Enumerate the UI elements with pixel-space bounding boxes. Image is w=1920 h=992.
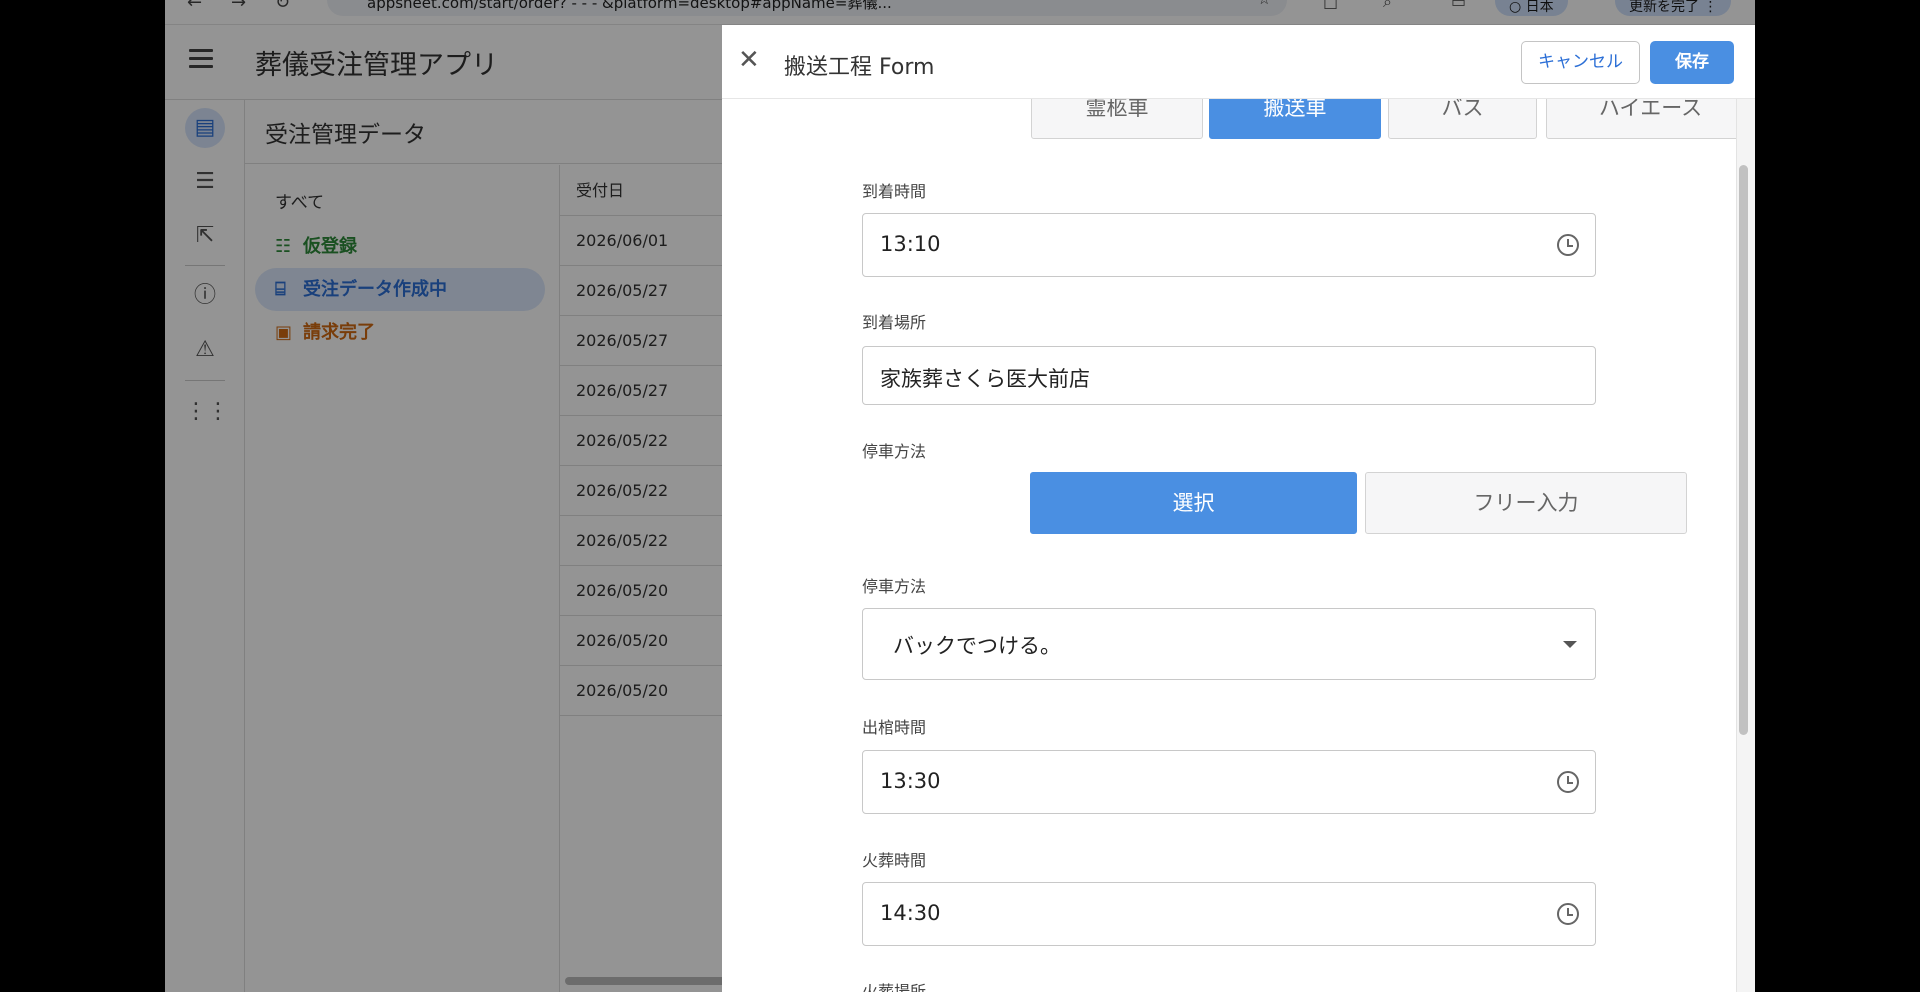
arrival-time-label: 到着時間 bbox=[862, 182, 927, 201]
parking-mode-free-input[interactable]: フリー入力 bbox=[1365, 472, 1687, 534]
chevron-down-icon[interactable] bbox=[1563, 641, 1577, 648]
parking-method-dropdown[interactable]: バックでつける。 bbox=[862, 608, 1596, 680]
clock-icon[interactable] bbox=[1557, 234, 1579, 256]
cremation-time-label: 火葬時間 bbox=[862, 851, 927, 870]
clock-icon[interactable] bbox=[1557, 771, 1579, 793]
cremation-time-value: 14:30 bbox=[880, 901, 941, 925]
save-button[interactable]: 保存 bbox=[1650, 41, 1734, 84]
screen: ← → ↻ appsheet.com/start/order? - - - &p… bbox=[165, 0, 1755, 992]
departure-time-input[interactable]: 13:30 bbox=[862, 750, 1596, 814]
arrival-place-label: 到着場所 bbox=[862, 313, 927, 332]
transport-form-panel: ✕ 搬送工程 Form キャンセル 保存 霊柩車 搬送車 バス ハイエース 到着… bbox=[722, 25, 1755, 992]
arrival-time-input[interactable]: 13:10 bbox=[862, 213, 1596, 277]
cancel-button[interactable]: キャンセル bbox=[1521, 41, 1640, 84]
scrollbar-thumb[interactable] bbox=[1739, 165, 1748, 735]
cremation-place-label: 火葬場所 bbox=[862, 982, 927, 992]
parking-mode-select[interactable]: 選択 bbox=[1030, 472, 1357, 534]
departure-time-value: 13:30 bbox=[880, 769, 941, 793]
parking-method-value: バックでつける。 bbox=[893, 634, 1061, 658]
arrival-place-value: 家族葬さくら医大前店 bbox=[880, 367, 1090, 391]
cremation-time-input[interactable]: 14:30 bbox=[862, 882, 1596, 946]
form-header: ✕ 搬送工程 Form キャンセル 保存 bbox=[722, 25, 1755, 99]
parking-method-label: 停車方法 bbox=[862, 577, 927, 596]
clock-icon[interactable] bbox=[1557, 903, 1579, 925]
form-title: 搬送工程 Form bbox=[784, 55, 935, 80]
close-icon[interactable]: ✕ bbox=[738, 47, 760, 73]
arrival-place-input[interactable]: 家族葬さくら医大前店 bbox=[862, 346, 1596, 405]
parking-mode-label: 停車方法 bbox=[862, 442, 927, 461]
arrival-time-value: 13:10 bbox=[880, 232, 941, 256]
departure-time-label: 出棺時間 bbox=[862, 718, 927, 737]
